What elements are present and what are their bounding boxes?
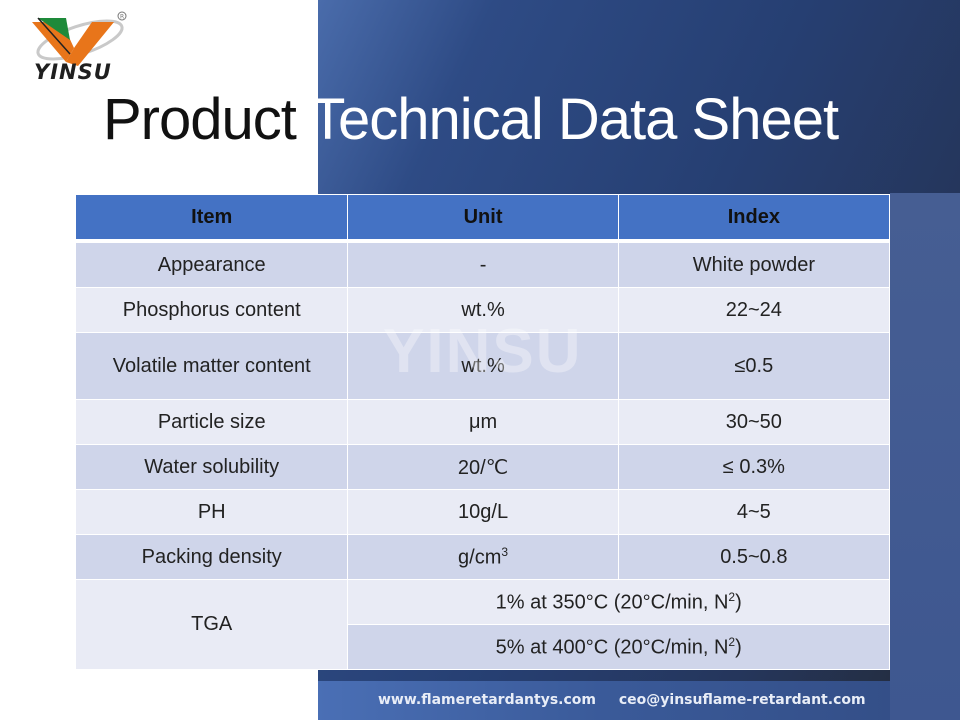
- background-right-strip: [890, 193, 960, 720]
- page-title: Product Technical Data Sheet: [103, 86, 839, 153]
- tga-close: ): [735, 636, 742, 659]
- table-row: Volatile matter content wt.% ≤0.5: [74, 332, 891, 400]
- table-row: Phosphorus content wt.% 22~24: [74, 287, 891, 333]
- table-row: Packing density g/cm3 0.5~0.8: [74, 534, 891, 580]
- cell-unit: 10g/L: [347, 489, 619, 535]
- cell-index: 4~5: [617, 489, 891, 535]
- cell-unit: -: [347, 240, 619, 288]
- tga-text: 1% at 350°C (20°C/min, N: [495, 591, 729, 614]
- cell-index: 30~50: [617, 399, 891, 445]
- table-header-row: Item Unit Index: [74, 194, 891, 243]
- footer-email-link[interactable]: ceo@yinsuflame-retardant.com: [619, 692, 866, 708]
- svg-text:R: R: [120, 14, 124, 21]
- table-row: PH 10g/L 4~5: [74, 489, 891, 535]
- title-light-part: Technical Data Sheet: [309, 87, 839, 152]
- cell-unit: 20/℃: [347, 444, 619, 490]
- header-unit: Unit: [347, 194, 619, 243]
- cell-item: PH: [74, 489, 349, 535]
- cell-unit: μm: [347, 399, 619, 445]
- cell-index: ≤0.5: [617, 332, 891, 400]
- tga-text: 5% at 400°C (20°C/min, N: [495, 636, 729, 659]
- unit-base: g/cm: [458, 546, 502, 569]
- tga-close: ): [735, 591, 742, 614]
- technical-data-table: Item Unit Index Appearance - White powde…: [74, 194, 891, 670]
- cell-tga-line: 5% at 400°C (20°C/min, N2): [347, 624, 890, 670]
- footer-website-link[interactable]: www.flameretardantys.com: [378, 692, 596, 708]
- header-index: Index: [617, 194, 891, 243]
- cell-item: Volatile matter content: [74, 332, 349, 400]
- unit-superscript: 3: [501, 544, 509, 559]
- header-item: Item: [74, 194, 349, 243]
- cell-unit: wt.%: [347, 332, 619, 400]
- cell-item: Appearance: [74, 240, 349, 288]
- cell-item-tga: TGA: [74, 579, 349, 670]
- cell-unit: wt.%: [347, 287, 619, 333]
- title-dark-part: Product: [103, 87, 297, 152]
- cell-index: 22~24: [617, 287, 891, 333]
- table-row-tga: TGA 1% at 350°C (20°C/min, N2): [74, 579, 890, 670]
- table-row: Particle size μm 30~50: [74, 399, 891, 445]
- cell-index: 0.5~0.8: [617, 534, 891, 580]
- table-row: Water solubility 20/℃ ≤ 0.3%: [74, 444, 891, 490]
- cell-item: Packing density: [74, 534, 349, 580]
- cell-tga-line: 1% at 350°C (20°C/min, N2): [347, 579, 890, 625]
- logo-wordmark: YINSU: [34, 60, 112, 84]
- cell-item: Phosphorus content: [74, 287, 349, 333]
- cell-index: White powder: [617, 240, 891, 288]
- cell-item: Particle size: [74, 399, 349, 445]
- footer-contact: www.flameretardantys.com ceo@yinsuflame-…: [378, 692, 884, 708]
- cell-item: Water solubility: [74, 444, 349, 490]
- cell-unit: g/cm3: [347, 534, 619, 580]
- cell-index: ≤ 0.3%: [617, 444, 891, 490]
- table-row: Appearance - White powder: [74, 240, 891, 288]
